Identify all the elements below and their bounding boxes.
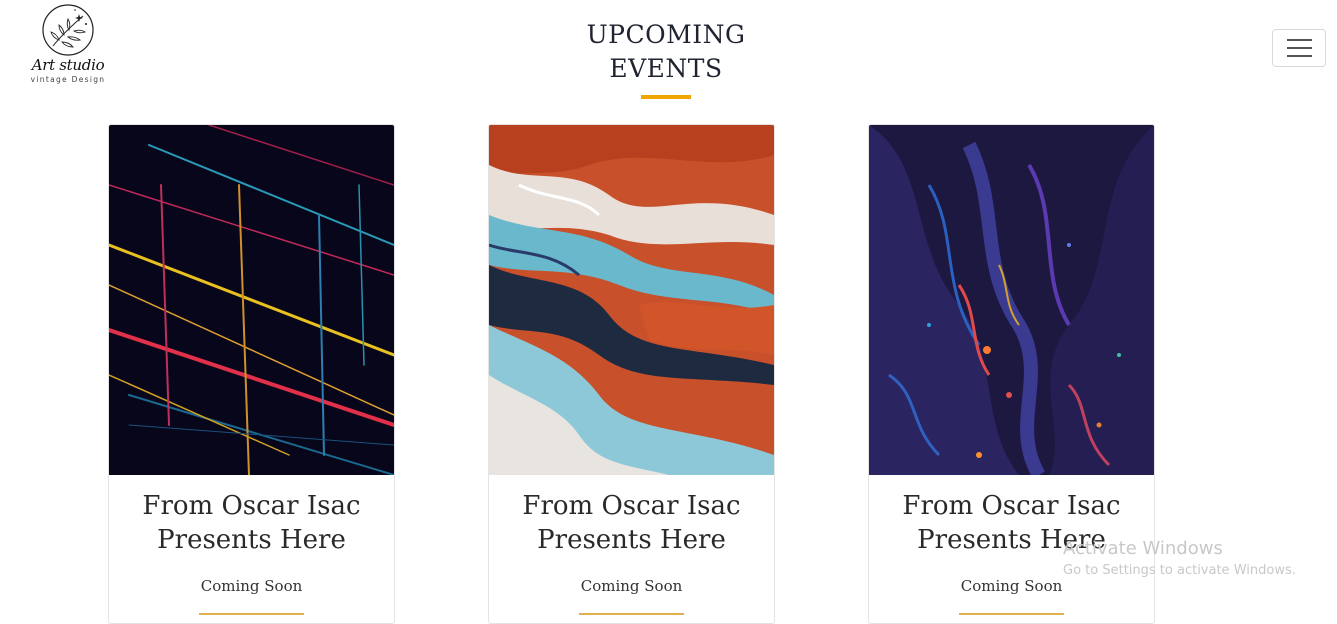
event-image — [869, 125, 1154, 475]
event-image — [109, 125, 394, 475]
brand-logo[interactable]: Art studio vintage Design — [22, 2, 114, 92]
event-title-line2: Presents Here — [157, 525, 346, 555]
hamburger-menu-icon — [1286, 39, 1312, 41]
event-card[interactable]: From Oscar Isac Presents Here Coming Soo… — [108, 124, 395, 624]
event-status: Coming Soon — [960, 577, 1063, 595]
title-underline — [641, 95, 691, 99]
event-image — [489, 125, 774, 475]
event-title-line1: From Oscar Isac — [902, 491, 1121, 521]
event-title: From Oscar Isac Presents Here — [109, 489, 394, 557]
logo-emblem-icon — [42, 4, 94, 56]
hamburger-menu-icon-bar — [1286, 47, 1312, 49]
hamburger-menu-icon-bar — [1286, 55, 1312, 57]
event-status: Coming Soon — [200, 577, 303, 595]
event-status: Coming Soon — [580, 577, 683, 595]
event-title-line2: Presents Here — [537, 525, 726, 555]
watermark-title: Activate Windows — [1063, 538, 1223, 559]
activation-watermark: Activate Windows Go to Settings to activ… — [1063, 538, 1296, 578]
event-title-line1: From Oscar Isac — [522, 491, 741, 521]
section-title-line2: EVENTS — [609, 54, 723, 83]
logo-title: Art studio — [31, 56, 105, 74]
watermark-message: Go to Settings to activate Windows. — [1063, 563, 1296, 578]
event-title: From Oscar Isac Presents Here — [489, 489, 774, 557]
event-title-line1: From Oscar Isac — [142, 491, 361, 521]
section-title: UPCOMING EVENTS — [566, 18, 766, 86]
section-title-line1: UPCOMING — [586, 20, 746, 49]
menu-toggle-button[interactable] — [1272, 29, 1326, 67]
logo-subtitle: vintage Design — [30, 75, 106, 84]
event-card[interactable]: From Oscar Isac Presents Here Coming Soo… — [488, 124, 775, 624]
